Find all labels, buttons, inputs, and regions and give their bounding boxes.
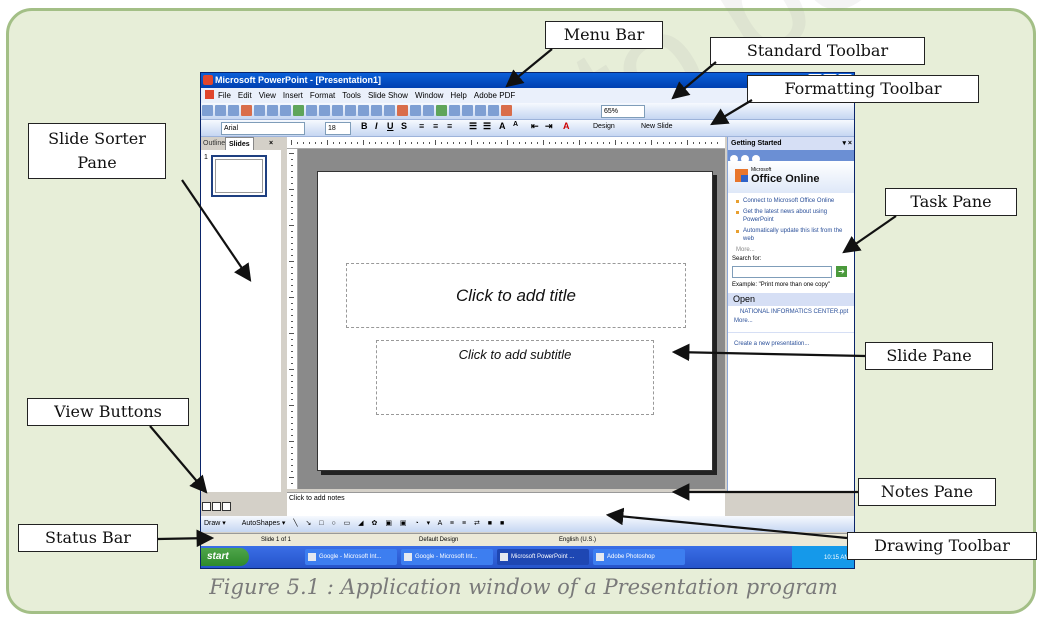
figure-caption: Figure 5.1 : Application window of a Pre…	[209, 575, 838, 599]
arrow-formatting-toolbar	[710, 99, 753, 126]
arrow-status-bar	[157, 529, 215, 548]
arrow-view-buttons	[149, 425, 208, 494]
callout-arrows	[149, 48, 897, 548]
arrow-task-pane	[842, 215, 897, 254]
arrow-slide-pane	[671, 343, 866, 362]
arrow-drawing-toolbar	[605, 507, 848, 540]
arrow-slide-sorter-pane	[181, 179, 252, 282]
arrow-standard-toolbar	[671, 61, 717, 100]
arrow-menu-bar	[505, 48, 553, 88]
